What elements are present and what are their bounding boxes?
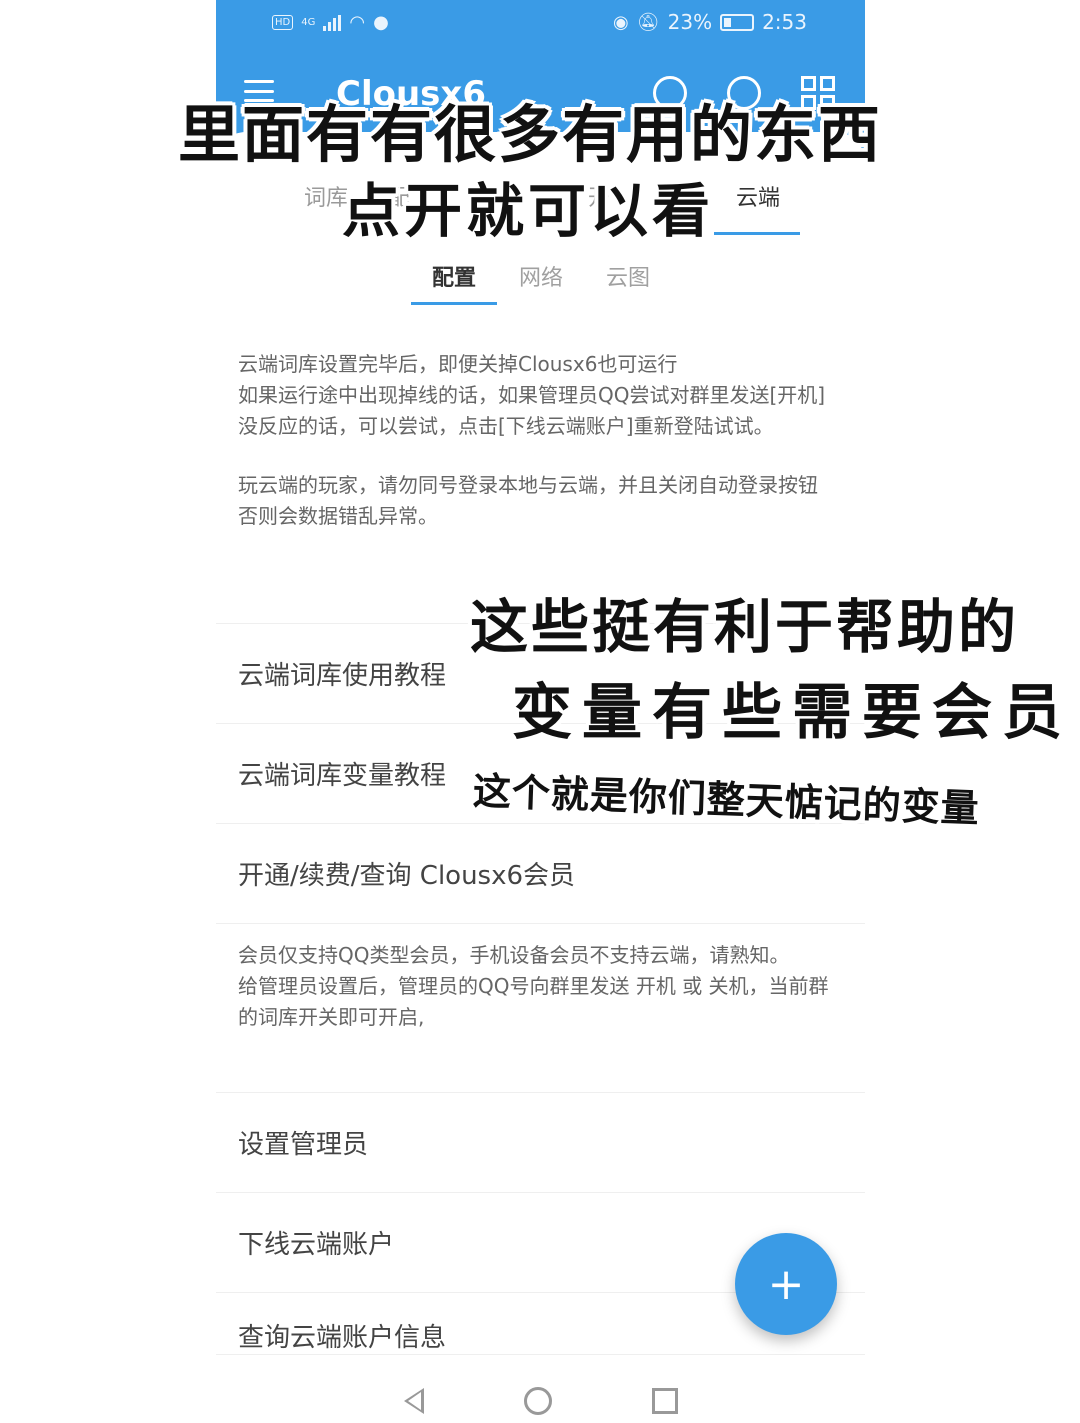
- system-nav-bar: [216, 1378, 865, 1423]
- cloud-notice-para2: 玩云端的玩家，请勿同号登录本地与云端，并且关闭自动登录按钮 否则会数据错乱异常。: [238, 473, 818, 528]
- menu-item-membership[interactable]: 开通/续费/查询 Clousx6会员: [216, 824, 865, 924]
- caption-member-variables: 变量有些需要会员: [512, 678, 1072, 748]
- battery-percent: 23%: [667, 10, 713, 34]
- tab-yunduan[interactable]: 云端: [736, 180, 780, 212]
- mute-bell-icon: 🔕︎: [636, 11, 660, 33]
- back-icon[interactable]: [403, 1387, 424, 1414]
- caption-useful-things: 里面有有很多有用的东西: [178, 98, 883, 171]
- member-notice: 会员仅支持QQ类型会员，手机设备会员不支持云端，请熟知。 给管理员设置后，管理员…: [238, 940, 843, 1033]
- status-right: ◉ 🔕︎ 23% 2:53: [613, 10, 807, 34]
- hd-badge: HD: [272, 15, 294, 30]
- menu-item-set-admin[interactable]: 设置管理员: [216, 1093, 865, 1193]
- status-left: HD 4G ◠ ●: [272, 12, 389, 33]
- subtab-config[interactable]: 配置: [432, 260, 476, 292]
- wifi-icon: ◠: [349, 12, 366, 33]
- caption-helpful: 这些挺有利于帮助的: [470, 593, 1020, 661]
- qq-penguin-icon: ●: [373, 12, 389, 33]
- home-icon[interactable]: [523, 1386, 552, 1415]
- sub-tab-bar: 配置 网络 云图: [216, 250, 865, 310]
- member-notice-text: 会员仅支持QQ类型会员，手机设备会员不支持云端，请熟知。 给管理员设置后，管理员…: [238, 943, 829, 1029]
- signal-icon: [323, 14, 342, 31]
- battery-charging-icon: [720, 13, 755, 31]
- eye-icon: ◉: [613, 11, 629, 33]
- sub-tab-indicator: [411, 302, 497, 305]
- clock: 2:53: [762, 10, 807, 34]
- network-label: 4G: [301, 17, 316, 28]
- add-fab-button[interactable]: +: [735, 1233, 837, 1335]
- cloud-notice: 云端词库设置完毕后，即便关掉Clousx6也可运行 如果运行途中出现掉线的话，如…: [238, 349, 843, 532]
- top-tab-indicator: [714, 232, 800, 235]
- cloud-notice-para1: 云端词库设置完毕后，即便关掉Clousx6也可运行 如果运行途中出现掉线的话，如…: [238, 352, 826, 438]
- subtab-cloud-image[interactable]: 云图: [606, 260, 650, 292]
- subtab-network[interactable]: 网络: [519, 260, 563, 292]
- caption-click-to-see: 点开就可以看: [342, 177, 715, 245]
- recents-icon[interactable]: [651, 1387, 678, 1414]
- status-bar: HD 4G ◠ ● ◉ 🔕︎ 23% 2:53: [216, 0, 865, 48]
